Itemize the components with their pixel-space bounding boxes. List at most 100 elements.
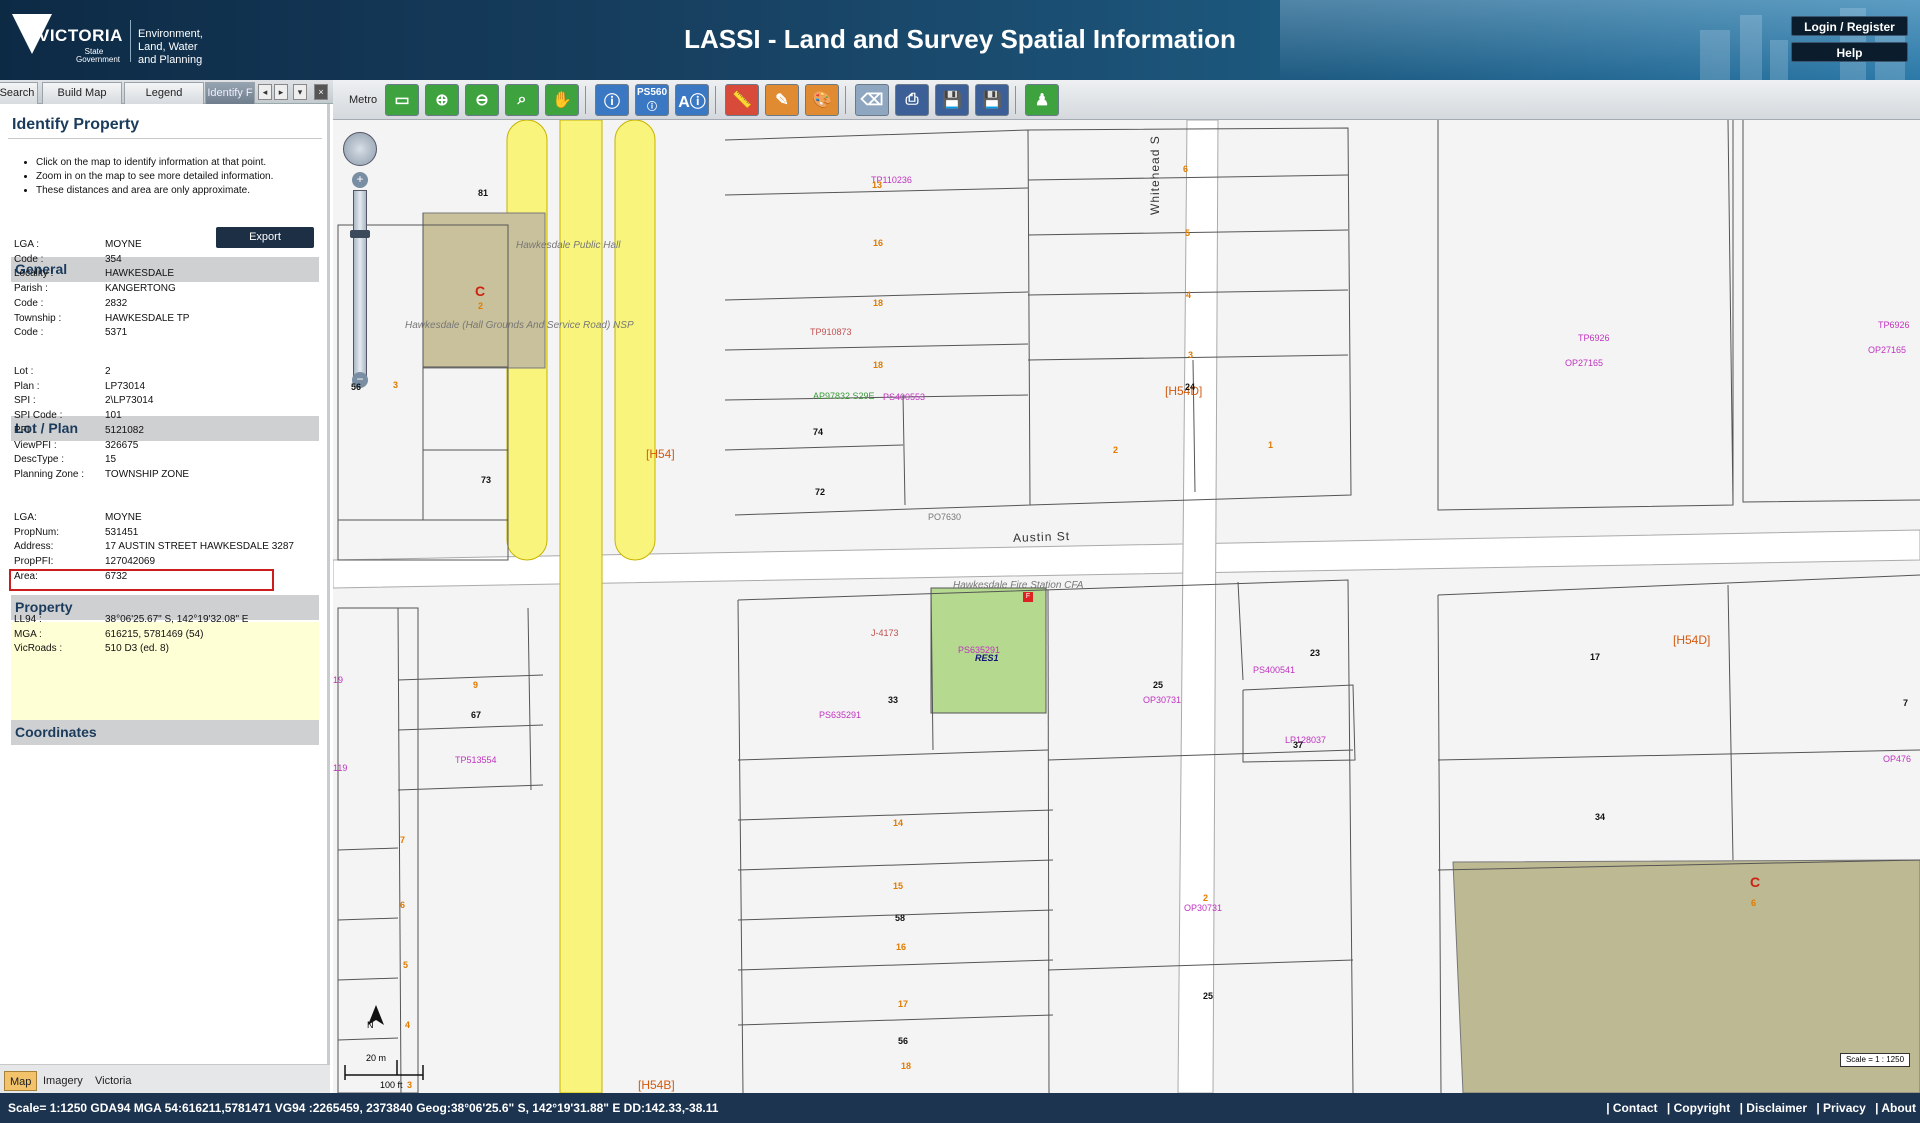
field-value: 6732	[105, 570, 128, 582]
login-register-button[interactable]: Login / Register	[1791, 16, 1908, 36]
street-number: 33	[888, 695, 899, 705]
close-panel-icon[interactable]: ×	[314, 84, 328, 100]
tab-legend[interactable]: Legend	[124, 82, 204, 104]
zoom-out-icon[interactable]: ⊖	[465, 84, 499, 116]
plan-label: TP910873	[810, 327, 852, 337]
instruction-item: Click on the map to identify information…	[36, 156, 273, 170]
street-number: 37	[1293, 740, 1304, 750]
reserve-c-marker: C	[1750, 874, 1761, 890]
field-label: Code :	[14, 297, 44, 309]
plan-label: PS400553	[883, 392, 926, 402]
link-about[interactable]: | About	[1875, 1101, 1916, 1115]
street-number: 67	[471, 710, 482, 720]
ps560-info-icon[interactable]: PS560 ⓘ	[635, 84, 669, 116]
field-label: Code :	[14, 253, 44, 265]
lot-number: 9	[473, 680, 479, 690]
field-label: PFI :	[14, 424, 36, 436]
street-number: 25	[1203, 991, 1214, 1001]
draw-edit-icon[interactable]: ✎	[765, 84, 799, 116]
field-label: Lot :	[14, 366, 34, 377]
full-extent-icon[interactable]: ▭	[385, 84, 419, 116]
street-number: 17	[1590, 652, 1601, 662]
map-toolbar: Metro ▭ ⊕ ⊖ ⌕ ✋ ⓘ PS560 ⓘ Aⓘ 📏 ✎ 🎨 ⌫ ⎙ 💾 …	[333, 80, 1920, 120]
field-label: LL94 :	[14, 614, 42, 625]
zoom-box-icon[interactable]: ⌕	[505, 84, 539, 116]
field-label: ViewPFI :	[14, 439, 57, 451]
scale-ratio-box: Scale = 1 : 1250	[1840, 1053, 1910, 1067]
label-public-hall: Hawkesdale Public Hall	[516, 240, 621, 251]
parcel-map	[333, 120, 1920, 1093]
zoom-thumb[interactable]	[350, 230, 370, 238]
field-label: SPI Code :	[14, 410, 63, 422]
field-label: Area:	[14, 570, 38, 582]
measure-ruler-icon[interactable]: 📏	[725, 84, 759, 116]
field-label: PropNum:	[14, 526, 60, 538]
tab-build-map[interactable]: Build Map	[42, 82, 122, 104]
tab-scroll-right-icon[interactable]: ▸	[274, 84, 288, 100]
tab-scroll-left-icon[interactable]: ◂	[258, 84, 272, 100]
field-value: 38°06'25.67" S, 142°19'32.08" E	[105, 614, 249, 625]
pan-hand-icon[interactable]: ✋	[545, 84, 579, 116]
field-value: 354	[105, 253, 122, 265]
tab-menu-icon[interactable]: ▾	[293, 84, 307, 100]
plan-label: PS635291	[819, 710, 862, 720]
eraser-icon[interactable]: ⌫	[855, 84, 889, 116]
street-number: 56	[898, 1036, 909, 1046]
save-info-icon[interactable]: 💾	[975, 84, 1009, 116]
lot-number: 6	[400, 900, 406, 910]
identify-info-icon[interactable]: ⓘ	[595, 84, 629, 116]
street-view-person-icon[interactable]: ♟	[1025, 84, 1059, 116]
plan-label: 119	[333, 763, 348, 773]
map-canvas[interactable]: + − Austin St Whitehead S Hawkesdale Pub…	[333, 120, 1920, 1093]
print-icon[interactable]: ⎙	[895, 84, 929, 116]
metro-label[interactable]: Metro	[349, 94, 377, 106]
zoom-plus-icon[interactable]: +	[352, 172, 368, 188]
lot-number: 2	[1203, 893, 1209, 903]
reserve-c-marker: C	[475, 283, 486, 299]
lot-number: 16	[873, 238, 884, 248]
road-code-label: [H54D]	[1673, 633, 1711, 647]
footer-links: | Contact | Copyright | Disclaimer | Pri…	[1600, 1093, 1916, 1123]
page-title: LASSI - Land and Survey Spatial Informat…	[684, 24, 1236, 54]
field-value: 17 AUSTIN STREET HAWKESDALE 3287	[105, 541, 294, 553]
lot-number: 7	[400, 835, 406, 845]
tab-identify[interactable]: Identify F	[205, 82, 255, 104]
pan-control-icon[interactable]	[343, 132, 377, 166]
field-value: 616215, 5781469 (54)	[105, 628, 204, 640]
street-number: 74	[813, 427, 824, 437]
road-code-label: [H54B]	[638, 1078, 675, 1092]
zoom-in-icon[interactable]: ⊕	[425, 84, 459, 116]
plan-label: OP30731	[1143, 695, 1182, 705]
field-label: Address:	[14, 541, 54, 553]
export-button[interactable]: Export	[216, 227, 314, 248]
tab-search[interactable]: Search	[0, 82, 38, 104]
save-icon[interactable]: 💾	[935, 84, 969, 116]
basemap-tab-victoria[interactable]: Victoria	[90, 1071, 136, 1091]
help-button[interactable]: Help	[1791, 42, 1908, 62]
annotation-info-icon[interactable]: Aⓘ	[675, 84, 709, 116]
lot-number: 3	[407, 1080, 413, 1090]
field-value: 127042069	[105, 556, 156, 568]
link-contact[interactable]: | Contact	[1606, 1101, 1657, 1115]
lot-number: 3	[393, 380, 399, 390]
instruction-item: These distances and area are only approx…	[36, 184, 273, 198]
lot-number: 13	[872, 180, 883, 190]
link-disclaimer[interactable]: | Disclaimer	[1740, 1101, 1807, 1115]
lot-number: 1	[1268, 440, 1274, 450]
link-privacy[interactable]: | Privacy	[1816, 1101, 1865, 1115]
field-label: Township :	[14, 312, 62, 324]
markup-palette-icon[interactable]: 🎨	[805, 84, 839, 116]
field-value: 326675	[105, 439, 139, 451]
basemap-tab-map[interactable]: Map	[4, 1071, 38, 1091]
link-copyright[interactable]: | Copyright	[1667, 1101, 1730, 1115]
street-number: 7	[1903, 698, 1909, 708]
field-value: 510 D3 (ed. 8)	[105, 643, 169, 655]
basemap-tab-imagery[interactable]: Imagery	[38, 1071, 88, 1091]
field-value: 531451	[105, 526, 139, 538]
field-label: VicRoads :	[14, 643, 63, 655]
plan-label: J-4173	[871, 628, 899, 638]
plan-label: TP6926	[1878, 320, 1910, 330]
field-label: Parish :	[14, 283, 48, 295]
field-label: Code :	[14, 327, 44, 339]
zoom-slider[interactable]: + −	[343, 132, 377, 392]
